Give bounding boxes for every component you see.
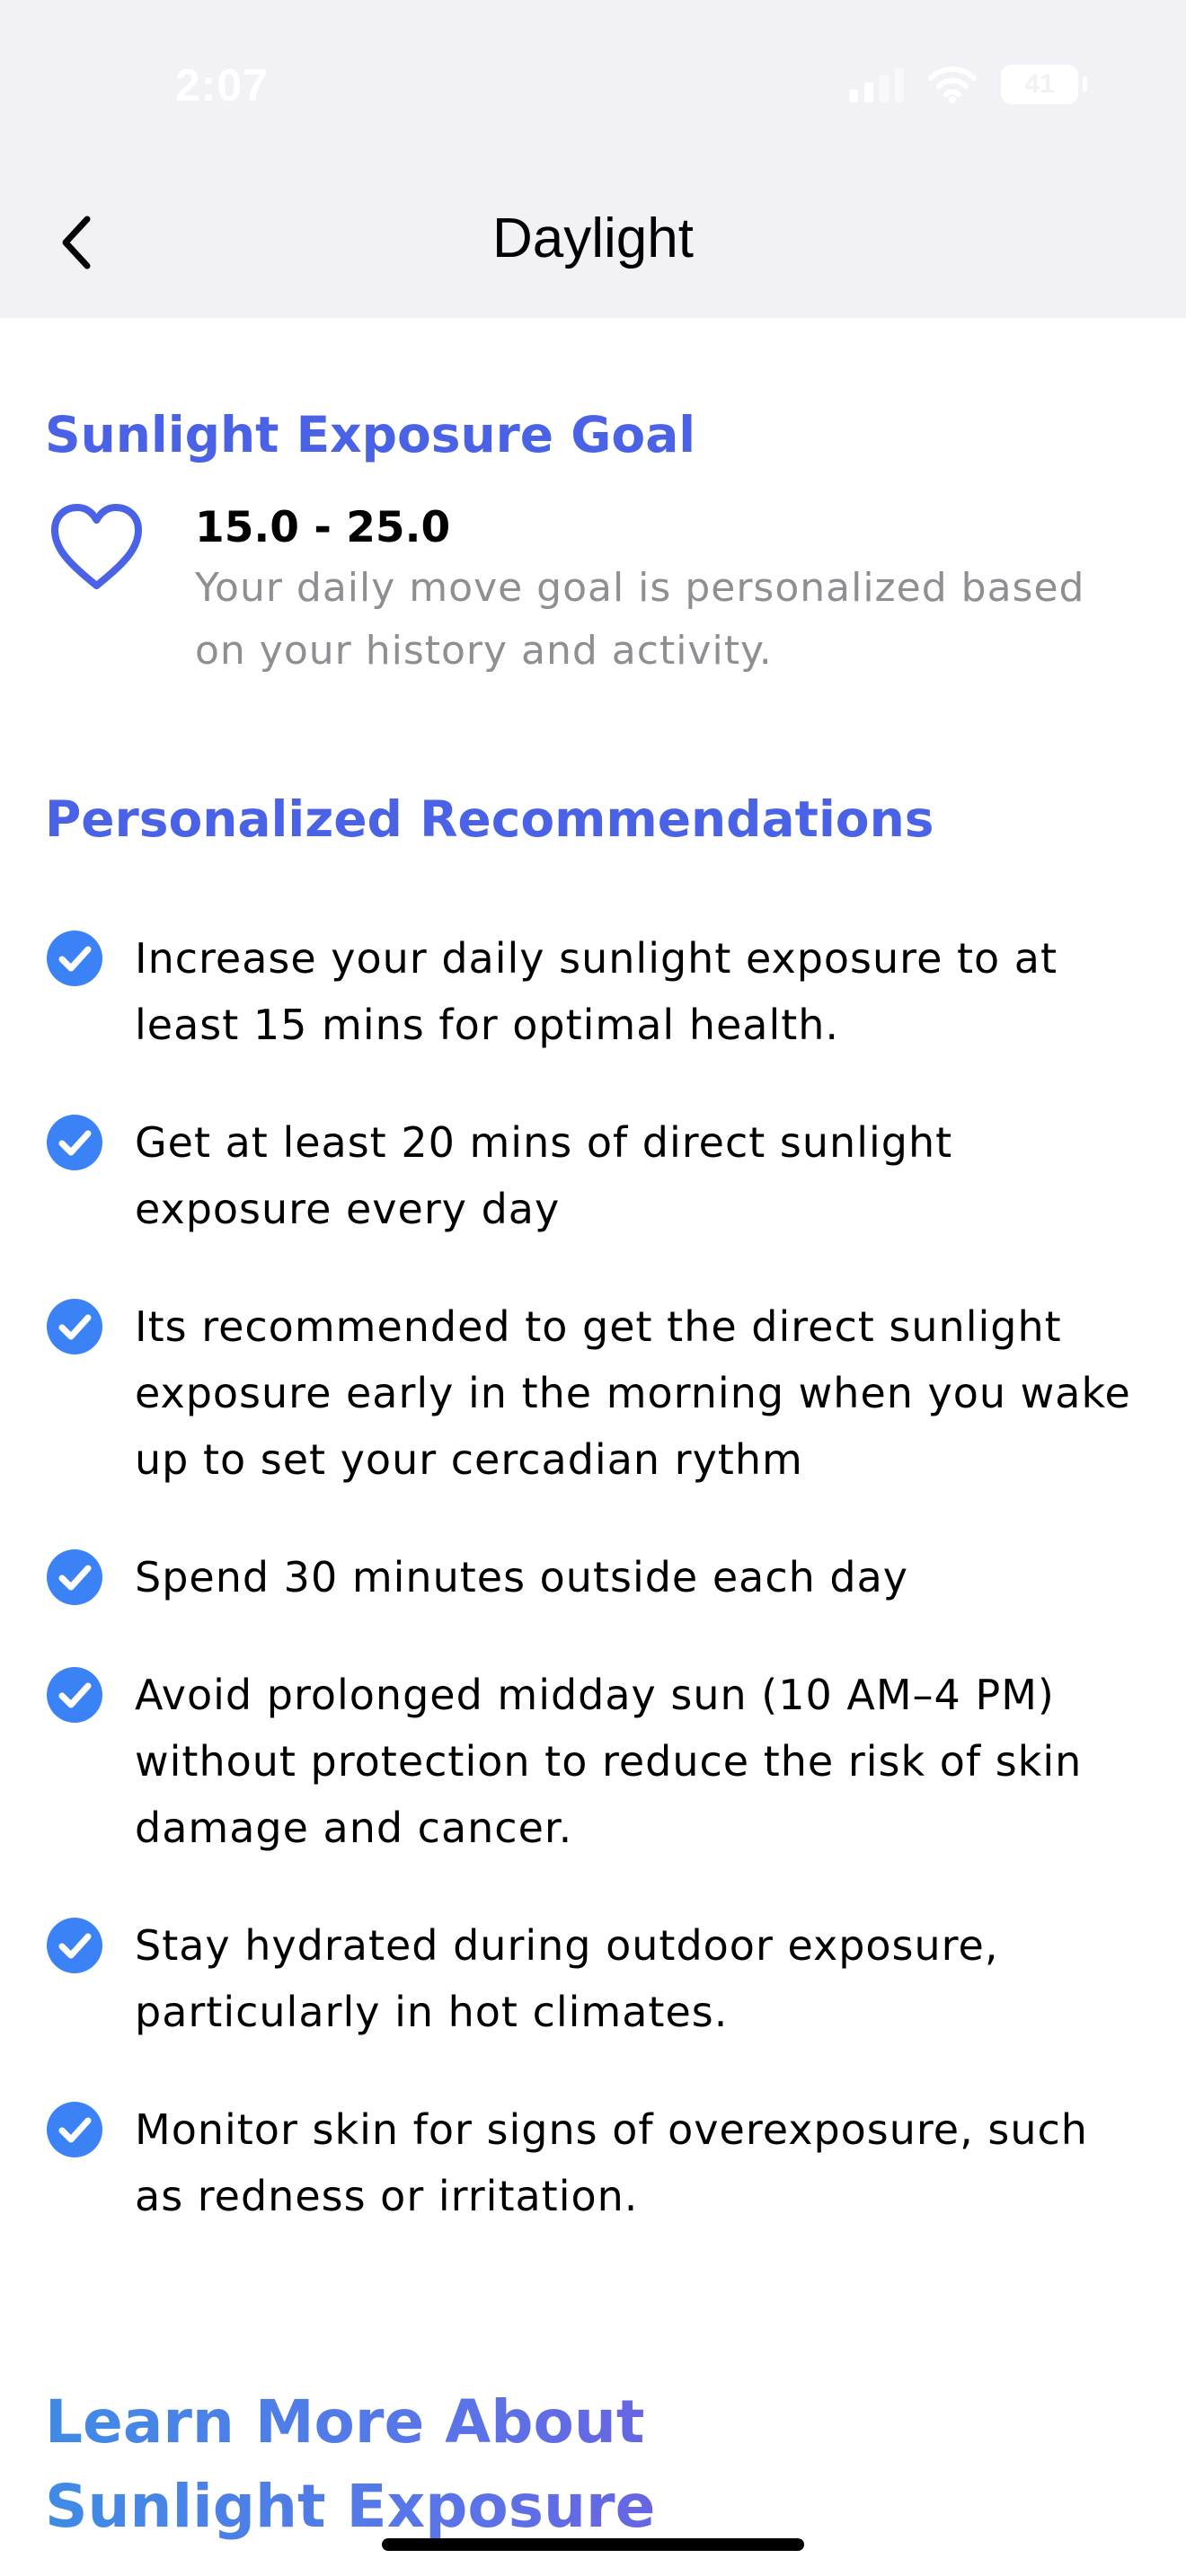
- goal-description: Your daily move goal is personalized bas…: [195, 565, 1085, 674]
- recommendation-text: Stay hydrated during outdoor exposure, p…: [135, 1921, 999, 2036]
- checkmark-circle-icon: [47, 1549, 102, 1605]
- checkmark-circle-icon: [47, 1299, 102, 1354]
- list-item: Stay hydrated during outdoor exposure, p…: [45, 1912, 1150, 2045]
- list-item: Get at least 20 mins of direct sunlight …: [45, 1109, 1150, 1242]
- list-item: Its recommended to get the direct sunlig…: [45, 1293, 1150, 1493]
- checkmark-circle-icon: [47, 1667, 102, 1723]
- recommendations-heading: Personalized Recommendations: [45, 790, 934, 848]
- navigation-header: 2:07 41 Daylight: [0, 0, 1186, 318]
- list-item: Increase your daily sunlight exposure to…: [45, 925, 1150, 1058]
- recommendation-text: Increase your daily sunlight exposure to…: [135, 934, 1058, 1049]
- battery-icon: 41: [1001, 65, 1087, 104]
- heart-icon: [51, 504, 142, 589]
- recommendation-text: Get at least 20 mins of direct sunlight …: [135, 1118, 953, 1233]
- recommendations-list: Increase your daily sunlight exposure to…: [45, 925, 1150, 2280]
- recommendation-text: Its recommended to get the direct sunlig…: [135, 1302, 1131, 1484]
- list-item: Spend 30 minutes outside each day: [45, 1544, 1150, 1610]
- cellular-signal-icon: [849, 66, 904, 102]
- page-title: Daylight: [492, 207, 694, 269]
- checkmark-circle-icon: [47, 1918, 102, 1973]
- learn-more-heading: Learn More About Sunlight Exposure: [45, 2380, 943, 2549]
- checkmark-circle-icon: [47, 1115, 102, 1170]
- recommendation-text: Monitor skin for signs of overexposure, …: [135, 2105, 1088, 2220]
- list-item: Monitor skin for signs of overexposure, …: [45, 2096, 1150, 2229]
- recommendation-text: Avoid prolonged midday sun (10 AM–4 PM) …: [135, 1671, 1083, 1852]
- list-item: Avoid prolonged midday sun (10 AM–4 PM) …: [45, 1662, 1150, 1861]
- recommendation-text: Spend 30 minutes outside each day: [135, 1553, 909, 1601]
- battery-level: 41: [1024, 69, 1055, 99]
- goal-heading: Sunlight Exposure Goal: [45, 406, 696, 463]
- goal-value: 15.0 - 25.0: [195, 503, 451, 552]
- daylight-screen: 2:07 41 Daylight Sunlight Exposure Goal …: [0, 0, 1186, 2576]
- wifi-icon: [928, 66, 977, 103]
- status-time: 2:07: [175, 60, 270, 110]
- home-indicator[interactable]: [382, 2538, 804, 2551]
- checkmark-circle-icon: [47, 2102, 102, 2157]
- checkmark-circle-icon: [47, 931, 102, 986]
- status-icons: 41: [849, 65, 1087, 104]
